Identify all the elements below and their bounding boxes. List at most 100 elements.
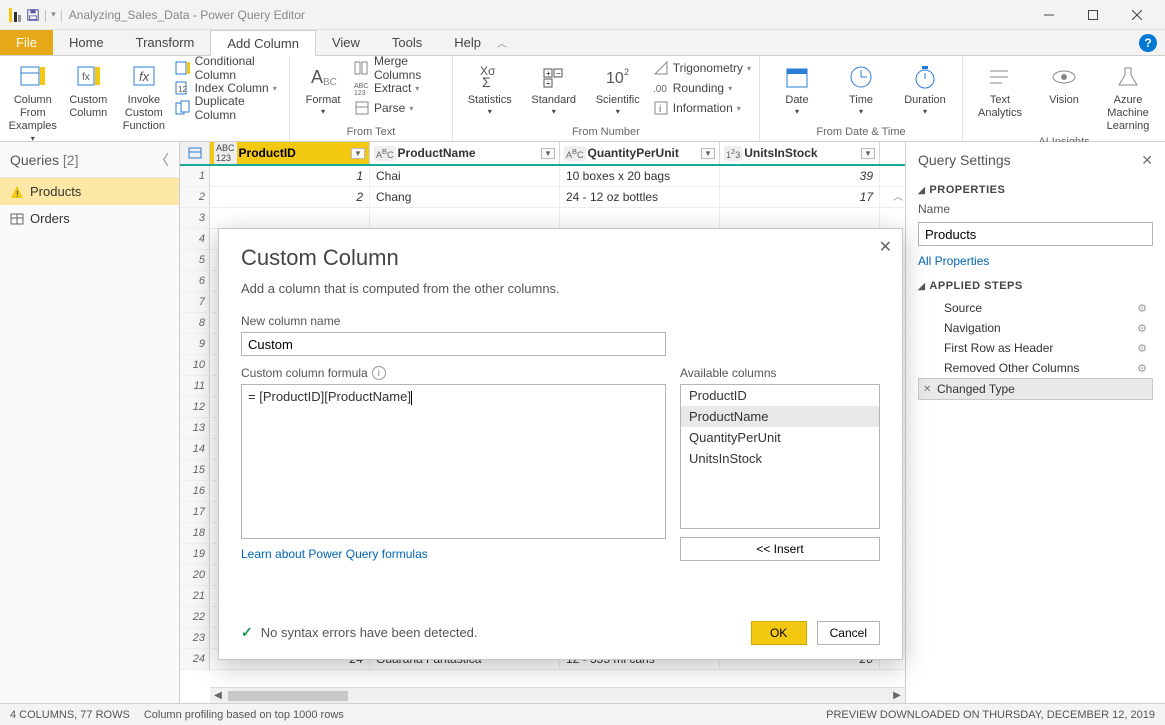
tab-help[interactable]: Help (438, 30, 497, 55)
svg-text:fx: fx (139, 69, 150, 84)
information-button[interactable]: iInformation ▾ (653, 98, 751, 118)
date-icon (782, 62, 812, 92)
tab-view[interactable]: View (316, 30, 376, 55)
all-properties-link[interactable]: All Properties (918, 254, 1153, 268)
filter-dropdown-icon[interactable]: ▼ (861, 148, 875, 159)
info-icon[interactable]: i (372, 366, 386, 380)
parse-button[interactable]: Parse ▾ (354, 98, 444, 118)
column-header-productid[interactable]: ABC123ProductID▼ (210, 142, 370, 164)
close-settings-icon[interactable]: ✕ (1141, 152, 1153, 169)
tab-home[interactable]: Home (53, 30, 120, 55)
duplicate-column-button[interactable]: Duplicate Column (175, 98, 282, 118)
app-icon (6, 7, 22, 23)
table-row[interactable]: 1 1 Chai 10 boxes x 20 bags 39 (180, 166, 905, 187)
column-from-examples-button[interactable]: Column From Examples▾ (8, 58, 58, 143)
close-button[interactable] (1115, 1, 1159, 29)
gear-icon[interactable]: ⚙ (1137, 322, 1147, 335)
merge-columns-button[interactable]: Merge Columns (354, 58, 444, 78)
learn-formulas-link[interactable]: Learn about Power Query formulas (241, 547, 428, 561)
extract-button[interactable]: ABC123Extract ▾ (354, 78, 444, 98)
column-header-productname[interactable]: ABCProductName▼ (370, 142, 560, 164)
index-icon: 12 (175, 80, 191, 96)
azure-ml-button[interactable]: Azure Machine Learning (1099, 58, 1157, 134)
new-column-name-input[interactable] (241, 332, 666, 356)
group-label-fromtext: From Text (298, 124, 444, 141)
scientific-button[interactable]: 102Scientific▾ (589, 58, 647, 117)
tab-file[interactable]: File (0, 30, 53, 55)
collapse-queries-icon[interactable]: 〈 (155, 150, 169, 170)
table-row[interactable]: 3 (180, 208, 905, 229)
filter-dropdown-icon[interactable]: ▼ (541, 148, 555, 159)
gear-icon[interactable]: ⚙ (1137, 302, 1147, 315)
help-icon[interactable]: ? (1139, 34, 1157, 52)
query-name-input[interactable] (918, 222, 1153, 246)
svg-text:A: A (311, 67, 323, 87)
gear-icon[interactable]: ⚙ (1137, 342, 1147, 355)
merge-icon (354, 60, 370, 76)
available-columns-list[interactable]: ProductIDProductNameQuantityPerUnitUnits… (680, 384, 880, 529)
menu-tabs: File Home Transform Add Column View Tool… (0, 30, 1165, 56)
tab-add-column[interactable]: Add Column (210, 30, 316, 56)
duration-icon (910, 62, 940, 92)
collapse-ribbon-icon[interactable]: ︿ (497, 35, 507, 50)
text-analytics-button[interactable]: Text Analytics (971, 58, 1029, 120)
properties-section[interactable]: ◢PROPERTIES (918, 184, 1153, 196)
svg-text:ABC: ABC (354, 83, 368, 90)
query-item-orders[interactable]: Orders (0, 205, 179, 232)
vision-button[interactable]: Vision (1035, 58, 1093, 107)
available-column-item[interactable]: UnitsInStock (681, 448, 879, 469)
custom-column-formula-input[interactable]: = [ProductID][ProductName] (241, 384, 666, 539)
ok-button[interactable]: OK (751, 621, 807, 645)
tab-tools[interactable]: Tools (376, 30, 438, 55)
filter-dropdown-icon[interactable]: ▼ (701, 148, 715, 159)
applied-step[interactable]: First Row as Header⚙ (918, 338, 1153, 358)
syntax-status: No syntax errors have been detected. (261, 625, 478, 640)
duplicate-icon (175, 100, 191, 116)
standard-button[interactable]: +−÷Standard▾ (525, 58, 583, 117)
time-button[interactable]: Time▾ (832, 58, 890, 117)
tab-transform[interactable]: Transform (120, 30, 211, 55)
duration-button[interactable]: Duration▾ (896, 58, 954, 117)
insert-button[interactable]: << Insert (680, 537, 880, 561)
status-preview-downloaded: PREVIEW DOWNLOADED ON THURSDAY, DECEMBER… (826, 709, 1155, 721)
format-button[interactable]: ABC Format▾ (298, 58, 348, 117)
statistics-icon: XσΣ (475, 62, 505, 92)
applied-steps-section[interactable]: ◢APPLIED STEPS (918, 280, 1153, 292)
conditional-column-button[interactable]: Conditional Column (175, 58, 282, 78)
table-icon-corner[interactable] (180, 142, 210, 164)
column-header-quantityperunit[interactable]: ABCQuantityPerUnit▼ (560, 142, 720, 164)
horizontal-scrollbar[interactable]: ◀▶ (210, 687, 905, 703)
maximize-button[interactable] (1071, 1, 1115, 29)
applied-step[interactable]: Removed Other Columns⚙ (918, 358, 1153, 378)
date-button[interactable]: Date▾ (768, 58, 826, 117)
column-header-unitsinstock[interactable]: 123UnitsInStock▼ (720, 142, 880, 164)
available-column-item[interactable]: QuantityPerUnit (681, 427, 879, 448)
status-bar: 4 COLUMNS, 77 ROWS Column profiling base… (0, 703, 1165, 725)
save-icon[interactable] (26, 8, 40, 22)
dialog-close-icon[interactable]: ✕ (879, 237, 892, 257)
query-item-products[interactable]: ! Products (0, 178, 179, 205)
table-row[interactable]: 2 2 Chang 24 - 12 oz bottles 17 (180, 187, 905, 208)
available-column-item[interactable]: ProductID (681, 385, 879, 406)
svg-text:.00: .00 (653, 84, 667, 95)
dialog-title: Custom Column (241, 245, 880, 271)
scroll-up-icon[interactable]: ︿ (891, 188, 905, 203)
invoke-custom-function-button[interactable]: fx Invoke Custom Function (119, 58, 169, 134)
custom-column-button[interactable]: fx Custom Column (64, 58, 114, 120)
trigonometry-button[interactable]: Trigonometry ▾ (653, 58, 751, 78)
statistics-button[interactable]: XσΣStatistics▾ (461, 58, 519, 117)
applied-step[interactable]: Navigation⚙ (918, 318, 1153, 338)
applied-step[interactable]: Source⚙ (918, 298, 1153, 318)
filter-dropdown-icon[interactable]: ▼ (351, 148, 365, 159)
query-settings-panel: Query Settings ✕ ◢PROPERTIES Name All Pr… (905, 142, 1165, 703)
format-icon: ABC (308, 62, 338, 92)
custom-column-dialog: ✕ Custom Column Add a column that is com… (218, 228, 903, 660)
minimize-button[interactable] (1027, 1, 1071, 29)
qat-dropdown[interactable]: ▾ (51, 9, 56, 20)
cancel-button[interactable]: Cancel (817, 621, 880, 645)
rounding-button[interactable]: .00Rounding ▾ (653, 78, 751, 98)
vision-icon (1049, 62, 1079, 92)
gear-icon[interactable]: ⚙ (1137, 362, 1147, 375)
available-column-item[interactable]: ProductName (681, 406, 879, 427)
applied-step[interactable]: Changed Type (918, 378, 1153, 400)
